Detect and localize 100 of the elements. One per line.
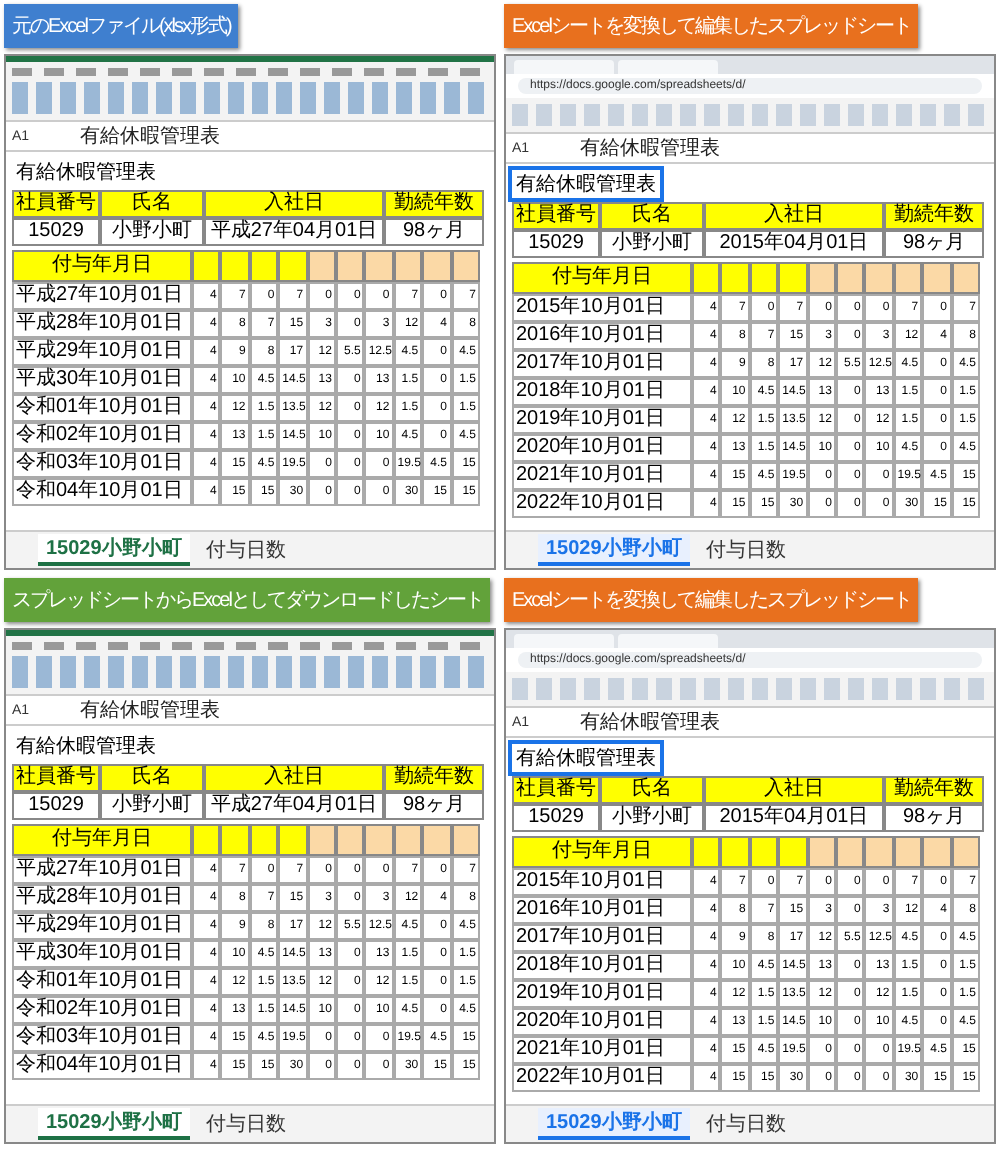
header-cell [249,250,279,282]
sheet-tab[interactable]: 付与日数 [697,534,794,566]
caption-banner: 元のExcelファイル(xlsx形式) [4,4,239,48]
table-cell: 2017年10月01日 [512,350,692,378]
header-cell: 社員番号 [12,764,100,792]
table-cell: 98ヶ月 [884,804,984,832]
table-cell: 98ヶ月 [384,792,484,820]
header-cell [192,824,221,856]
header-cell [364,824,394,856]
header-cell: 社員番号 [12,190,100,218]
table-cell: 2020年10月01日 [512,434,692,462]
header-cell [864,262,894,294]
table-cell: 2016年10月01日 [512,322,692,350]
header-cell: 付与年月日 [12,250,192,282]
header-cell: 勤続年数 [384,764,484,792]
header-cell: 勤続年数 [884,202,984,230]
header-cell [922,836,952,868]
header-cell: 氏名 [100,764,204,792]
header-cell [364,250,394,282]
table-cell: 小野小町 [600,230,704,258]
table-cell: 2019年10月01日 [512,980,692,1008]
header-cell: 社員番号 [512,202,600,230]
table-cell: 平成29年10月01日 [12,912,192,940]
table-cell: 2015年10月01日 [512,294,692,322]
header-cell [778,836,808,868]
header-cell: 勤続年数 [884,776,984,804]
table-cell: 小野小町 [100,218,204,246]
header-cell: 勤続年数 [384,190,484,218]
header-cell [692,836,721,868]
table-cell: 2015年04月01日 [704,230,884,258]
header-cell [335,250,365,282]
header-cell [307,250,336,282]
header-cell [422,250,452,282]
header-cell [451,824,480,856]
table-cell: 平成27年10月01日 [12,282,192,310]
sheet-tab[interactable]: 付与日数 [697,1108,794,1140]
sheet-title: 有給休暇管理表 [512,744,660,772]
header-cell [807,262,836,294]
header-cell [951,836,980,868]
header-cell [307,824,336,856]
header-cell: 付与年月日 [512,262,692,294]
table-cell: 平成29年10月01日 [12,338,192,366]
header-cell [893,836,923,868]
table-cell: 2019年10月01日 [512,406,692,434]
header-cell [278,824,308,856]
table-cell: 15029 [12,218,100,246]
table-cell: 2021年10月01日 [512,462,692,490]
sheet-tab[interactable]: 15029小野小町 [38,1108,190,1140]
header-cell: 入社日 [204,764,384,792]
table-cell: 2018年10月01日 [512,952,692,980]
sheet-title: 有給休暇管理表 [14,733,158,760]
header-cell [922,262,952,294]
formula-text: 有給休暇管理表 [580,709,720,736]
caption-banner: Excelシートを変換して編集したスプレッドシート [504,578,919,622]
header-cell [335,824,365,856]
formula-text: 有給休暇管理表 [80,123,220,150]
header-cell: 氏名 [600,202,704,230]
caption-banner: スプレッドシートからExcelとしてダウンロードしたシート [4,578,491,622]
sheet-title: 有給休暇管理表 [512,170,660,198]
sheet-tab[interactable]: 15029小野小町 [538,534,690,566]
table-cell: 2016年10月01日 [512,896,692,924]
table-cell: 令和02年10月01日 [12,422,192,450]
header-cell: 社員番号 [512,776,600,804]
header-cell [807,836,836,868]
header-cell [835,836,865,868]
table-cell: 98ヶ月 [884,230,984,258]
table-cell: 小野小町 [100,792,204,820]
table-cell: 小野小町 [600,804,704,832]
header-cell [893,262,923,294]
formula-text: 有給休暇管理表 [80,697,220,724]
header-cell: 付与年月日 [512,836,692,868]
header-cell [835,262,865,294]
table-cell: 98ヶ月 [384,218,484,246]
sheet-tab[interactable]: 15029小野小町 [538,1108,690,1140]
table-cell: 令和03年10月01日 [12,1024,192,1052]
caption-banner: Excelシートを変換して編集したスプレッドシート [504,4,919,48]
sheet-tab[interactable]: 付与日数 [197,534,294,566]
table-cell: 2021年10月01日 [512,1036,692,1064]
header-cell [220,824,250,856]
table-cell: 平成28年10月01日 [12,884,192,912]
table-cell: 令和01年10月01日 [12,968,192,996]
header-cell [749,836,779,868]
header-cell: 氏名 [600,776,704,804]
sheet-tab[interactable]: 付与日数 [197,1108,294,1140]
header-cell: 入社日 [204,190,384,218]
header-cell: 付与年月日 [12,824,192,856]
header-cell [393,824,423,856]
table-cell: 平成27年04月01日 [204,218,384,246]
table-cell: 令和04年10月01日 [12,478,192,506]
header-cell [451,250,480,282]
table-cell: 令和02年10月01日 [12,996,192,1024]
header-cell [720,836,750,868]
table-cell: 2018年10月01日 [512,378,692,406]
sheet-tab[interactable]: 15029小野小町 [38,534,190,566]
header-cell [220,250,250,282]
table-cell: 2020年10月01日 [512,1008,692,1036]
table-cell: 平成28年10月01日 [12,310,192,338]
header-cell [951,262,980,294]
header-cell [249,824,279,856]
header-cell [720,262,750,294]
